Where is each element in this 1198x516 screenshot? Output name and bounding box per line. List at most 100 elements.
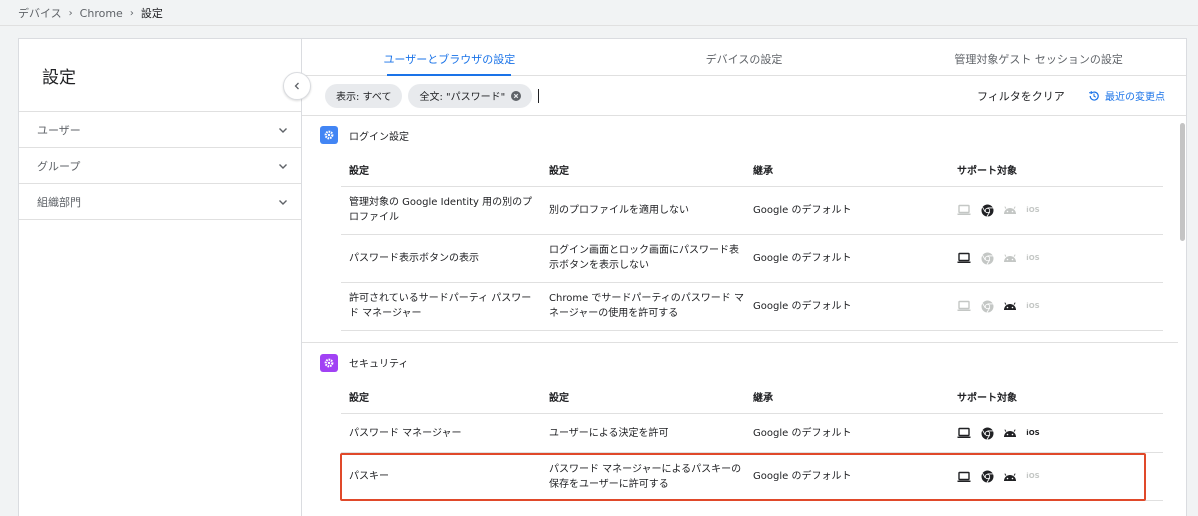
tab-label: デバイスの設定 xyxy=(705,53,783,66)
breadcrumb-chrome[interactable]: Chrome xyxy=(80,7,123,20)
filter-input-cursor[interactable] xyxy=(538,88,540,103)
filter-bar: 表示: すべて 全文: "パスワード" フィルタをクリア 最近の変更点 xyxy=(302,76,1186,116)
section-divider xyxy=(302,331,1178,343)
support-platforms: iOS xyxy=(949,186,1163,235)
table-row[interactable]: 管理対象の Google Identity 用の別のプロファイル 別のプロファイ… xyxy=(341,186,1163,235)
column-header-setting: 設定 xyxy=(341,153,541,187)
sidebar: 設定 ユーザー グループ 組織部門 xyxy=(18,38,301,516)
column-header-inherit: 継承 xyxy=(745,380,949,414)
chip-label: 表示: すべて xyxy=(336,92,392,103)
header-divider xyxy=(0,25,1198,26)
sidebar-item-label: グループ xyxy=(37,159,81,173)
tab-user-browser-settings[interactable]: ユーザーとブラウザの設定 xyxy=(302,39,597,75)
recent-changes-label: 最近の変更点 xyxy=(1105,92,1165,103)
scrollbar-thumb[interactable] xyxy=(1180,123,1185,241)
collapse-sidebar-button[interactable] xyxy=(283,72,311,100)
filter-chip-view[interactable]: 表示: すべて xyxy=(325,83,403,108)
breadcrumb-devices[interactable]: デバイス xyxy=(18,5,62,21)
chrome-icon xyxy=(980,203,994,217)
android-icon xyxy=(1003,470,1017,484)
scrollbar[interactable] xyxy=(1178,117,1186,516)
ios-icon: iOS xyxy=(1026,428,1040,437)
tab-label: ユーザーとブラウザの設定 xyxy=(383,53,516,66)
main-panel: ユーザーとブラウザの設定 デバイスの設定 管理対象ゲスト セッションの設定 表示… xyxy=(301,38,1187,516)
setting-inherit: Google のデフォルト xyxy=(745,413,949,453)
ios-icon: iOS xyxy=(1026,205,1040,214)
chrome-icon xyxy=(980,426,994,440)
tab-device-settings[interactable]: デバイスの設定 xyxy=(597,39,892,75)
column-header-support: サポート対象 xyxy=(949,380,1163,414)
remove-chip-icon[interactable] xyxy=(511,90,522,101)
column-header-value: 設定 xyxy=(541,153,745,187)
setting-name: 管理対象の Google Identity 用の別のプロファイル xyxy=(341,186,541,235)
support-platforms: iOS xyxy=(949,234,1163,283)
chrome-icon xyxy=(980,251,994,265)
setting-inherit: Google のデフォルト xyxy=(745,452,949,501)
android-icon xyxy=(1003,203,1017,217)
table-row[interactable]: パスワード表示ボタンの表示 ログイン画面とロック画面にパスワード表示ボタンを表示… xyxy=(341,234,1163,283)
gear-icon xyxy=(320,353,338,372)
section-header-login: ログイン設定 xyxy=(302,117,1178,153)
recent-changes-link[interactable]: 最近の変更点 xyxy=(1088,88,1165,103)
laptop-icon xyxy=(957,426,971,440)
section-header-security: セキュリティ xyxy=(302,345,1178,381)
setting-value: ログイン画面とロック画面にパスワード表示ボタンを表示しない xyxy=(541,234,745,283)
column-header-support: サポート対象 xyxy=(949,153,1163,187)
setting-inherit: Google のデフォルト xyxy=(745,186,949,235)
setting-name: パスキー xyxy=(341,452,541,501)
breadcrumb: デバイス › Chrome › 設定 xyxy=(18,5,163,21)
chevron-down-icon xyxy=(279,163,287,169)
tab-bar: ユーザーとブラウザの設定 デバイスの設定 管理対象ゲスト セッションの設定 xyxy=(302,39,1186,76)
sidebar-item-label: 組織部門 xyxy=(37,195,81,209)
breadcrumb-separator-icon: › xyxy=(129,7,134,19)
sidebar-item-users[interactable]: ユーザー xyxy=(19,112,301,148)
sidebar-item-org-units[interactable]: 組織部門 xyxy=(19,184,301,220)
chip-label: 全文: "パスワード" xyxy=(419,92,506,103)
chrome-icon xyxy=(980,470,994,484)
settings-list: ログイン設定 設定 設定 継承 サポート対象 管理対象の Google Iden… xyxy=(302,117,1178,516)
android-icon xyxy=(1003,299,1017,313)
gear-icon xyxy=(320,126,338,144)
settings-table-security: 設定 設定 継承 サポート対象 パスワード マネージャー ユーザーによる決定を許… xyxy=(341,380,1163,501)
setting-value: ユーザーによる決定を許可 xyxy=(541,413,745,453)
column-header-value: 設定 xyxy=(541,380,745,414)
setting-value: 別のプロファイルを適用しない xyxy=(541,186,745,235)
setting-name: 許可されているサードパーティ パスワード マネージャー xyxy=(341,282,541,331)
chrome-icon xyxy=(980,299,994,313)
laptop-icon xyxy=(957,299,971,313)
section-title: セキュリティ xyxy=(349,359,409,370)
laptop-icon xyxy=(957,470,971,484)
tab-label: 管理対象ゲスト セッションの設定 xyxy=(954,53,1123,66)
filter-chip-fulltext[interactable]: 全文: "パスワード" xyxy=(408,83,533,108)
setting-value: Chrome でサードパーティのパスワード マネージャーの使用を許可する xyxy=(541,282,745,331)
laptop-icon xyxy=(957,203,971,217)
clear-filters-button[interactable]: フィルタをクリア xyxy=(977,88,1065,104)
tab-guest-session-settings[interactable]: 管理対象ゲスト セッションの設定 xyxy=(891,39,1186,75)
sidebar-item-groups[interactable]: グループ xyxy=(19,148,301,184)
support-platforms: iOS xyxy=(949,452,1163,501)
ios-icon: iOS xyxy=(1026,472,1040,480)
support-platforms: iOS xyxy=(949,282,1163,331)
column-header-setting: 設定 xyxy=(341,380,541,414)
table-row-password-manager[interactable]: パスワード マネージャー ユーザーによる決定を許可 Google のデフォルト … xyxy=(341,413,1163,453)
setting-name: パスワード マネージャー xyxy=(341,413,541,453)
chevron-left-icon xyxy=(294,82,299,90)
breadcrumb-separator-icon: › xyxy=(68,7,73,19)
android-icon xyxy=(1003,426,1017,440)
column-header-inherit: 継承 xyxy=(745,153,949,187)
setting-inherit: Google のデフォルト xyxy=(745,282,949,331)
table-row[interactable]: 許可されているサードパーティ パスワード マネージャー Chrome でサードパ… xyxy=(341,282,1163,331)
table-row[interactable]: パスキー パスワード マネージャーによるパスキーの保存をユーザーに許可する Go… xyxy=(341,452,1163,501)
history-icon xyxy=(1089,90,1099,101)
sidebar-title: 設定 xyxy=(19,39,301,112)
ios-icon: iOS xyxy=(1026,301,1040,310)
sidebar-item-label: ユーザー xyxy=(37,123,81,137)
setting-name: パスワード表示ボタンの表示 xyxy=(341,234,541,283)
support-platforms: iOS xyxy=(949,413,1163,453)
laptop-icon xyxy=(957,251,971,265)
settings-table-login: 設定 設定 継承 サポート対象 管理対象の Google Identity 用の… xyxy=(341,153,1163,331)
setting-inherit: Google のデフォルト xyxy=(745,234,949,283)
chevron-down-icon xyxy=(279,199,287,205)
ios-icon: iOS xyxy=(1026,253,1040,262)
breadcrumb-current: 設定 xyxy=(140,7,163,20)
